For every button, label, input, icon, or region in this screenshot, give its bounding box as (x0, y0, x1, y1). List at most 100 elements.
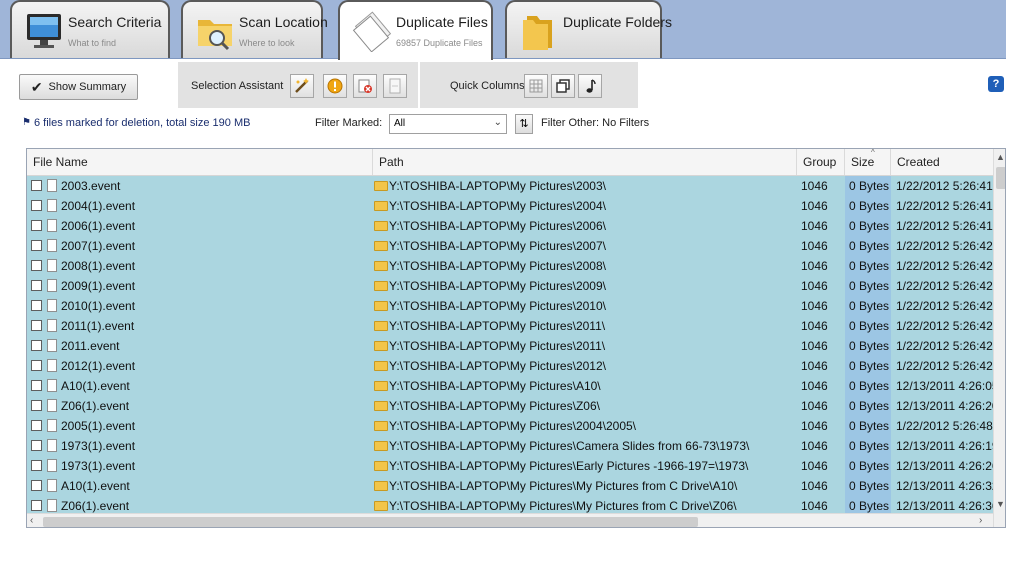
table-row[interactable]: 2011.event Y:\TOSHIBA-LAPTOP\My Pictures\… (27, 336, 994, 356)
file-icon (47, 459, 57, 472)
quick-columns-label: Quick Columns (450, 80, 525, 92)
table-row[interactable]: 2010(1).event Y:\TOSHIBA-LAPTOP\My Pictur… (27, 296, 994, 316)
table-row[interactable]: 2006(1).event Y:\TOSHIBA-LAPTOP\My Pictur… (27, 216, 994, 236)
delete-marked-button[interactable] (353, 74, 377, 98)
warning-button[interactable] (323, 74, 347, 98)
folder-icon (374, 261, 388, 271)
row-checkbox[interactable] (31, 380, 42, 391)
warning-icon (327, 78, 343, 94)
scroll-right-icon[interactable]: › (979, 515, 982, 526)
cell-size: 0 Bytes (845, 436, 891, 456)
column-header-file-name[interactable]: File Name (27, 149, 373, 175)
table-row[interactable]: 2004(1).event Y:\TOSHIBA-LAPTOP\My Pictur… (27, 196, 994, 216)
file-icon (47, 399, 57, 412)
tab-duplicate-files[interactable]: Duplicate Files 69857 Duplicate Files (338, 0, 493, 60)
cell-file-name: 2012(1).event (61, 359, 136, 373)
folder-icon (374, 421, 388, 431)
cell-created: 1/22/2012 5:26:42 (896, 239, 993, 253)
scroll-down-icon[interactable]: ▼ (996, 499, 1005, 509)
table-row[interactable]: Z06(1).event Y:\TOSHIBA-LAPTOP\My Picture… (27, 396, 994, 416)
row-checkbox[interactable] (31, 480, 42, 491)
column-header-group[interactable]: Group (797, 149, 845, 175)
cell-created: 1/22/2012 5:26:41 (896, 179, 993, 193)
horizontal-scroll-thumb[interactable] (43, 517, 698, 527)
cell-created: 12/13/2011 4:26:26 (896, 459, 993, 473)
cell-size: 0 Bytes (845, 296, 891, 316)
row-checkbox[interactable] (31, 500, 42, 511)
grid-columns-button[interactable] (524, 74, 548, 98)
cell-size: 0 Bytes (845, 376, 891, 396)
cell-path: Y:\TOSHIBA-LAPTOP\My Pictures\2007\ (389, 239, 606, 253)
cell-group: 1046 (801, 479, 828, 493)
column-header-created[interactable]: Created (891, 149, 993, 175)
row-checkbox[interactable] (31, 360, 42, 371)
tab-scan-location[interactable]: Scan Location Where to look (181, 0, 328, 58)
windows-columns-button[interactable] (551, 74, 575, 98)
horizontal-scrollbar[interactable]: ‹ › (27, 513, 993, 527)
cell-group: 1046 (801, 419, 828, 433)
magic-wand-button[interactable] (290, 74, 314, 98)
table-row[interactable]: A10(1).event Y:\TOSHIBA-LAPTOP\My Picture… (27, 476, 994, 496)
table-row[interactable]: 2003.event Y:\TOSHIBA-LAPTOP\My Pictures\… (27, 176, 994, 196)
cell-file-name: 2007(1).event (61, 239, 136, 253)
tab-subtitle: 69857 Duplicate Files (396, 38, 483, 48)
cell-created: 1/22/2012 5:26:42 (896, 359, 993, 373)
cell-path: Y:\TOSHIBA-LAPTOP\My Pictures\2008\ (389, 259, 606, 273)
music-note-icon (586, 79, 596, 93)
tab-duplicate-folders[interactable]: Duplicate Folders (505, 0, 672, 58)
cell-path: Y:\TOSHIBA-LAPTOP\My Pictures\My Picture… (389, 479, 738, 493)
cell-group: 1046 (801, 279, 828, 293)
scroll-left-icon[interactable]: ‹ (30, 515, 33, 526)
filter-marked-select[interactable]: All ⌄ (389, 114, 507, 134)
row-checkbox[interactable] (31, 460, 42, 471)
row-checkbox[interactable] (31, 320, 42, 331)
cell-created: 12/13/2011 4:26:05 (896, 379, 993, 393)
row-checkbox[interactable] (31, 280, 42, 291)
sort-ascending-icon: ^ (871, 148, 875, 157)
cell-created: 1/22/2012 5:26:41 (896, 219, 993, 233)
row-checkbox[interactable] (31, 420, 42, 431)
row-checkbox[interactable] (31, 440, 42, 451)
filter-marked-label: Filter Marked: (315, 117, 383, 129)
row-checkbox[interactable] (31, 340, 42, 351)
vertical-scroll-thumb[interactable] (996, 167, 1005, 189)
file-icon (47, 319, 57, 332)
file-icon (47, 179, 57, 192)
table-row[interactable]: 2005(1).event Y:\TOSHIBA-LAPTOP\My Pictur… (27, 416, 994, 436)
cell-created: 1/22/2012 5:26:41 (896, 199, 993, 213)
music-columns-button[interactable] (578, 74, 602, 98)
cell-file-name: 2003.event (61, 179, 121, 193)
row-checkbox[interactable] (31, 400, 42, 411)
filter-other-button[interactable]: ⇅ (515, 114, 533, 134)
filter-bar: ⚑ 6 files marked for deletion, total siz… (0, 112, 1006, 138)
table-row[interactable]: 2012(1).event Y:\TOSHIBA-LAPTOP\My Pictur… (27, 356, 994, 376)
column-header-path[interactable]: Path (373, 149, 797, 175)
table-row[interactable]: 2011(1).event Y:\TOSHIBA-LAPTOP\My Pictur… (27, 316, 994, 336)
cell-group: 1046 (801, 399, 828, 413)
table-row[interactable]: 1973(1).event Y:\TOSHIBA-LAPTOP\My Pictur… (27, 436, 994, 456)
table-row[interactable]: 2007(1).event Y:\TOSHIBA-LAPTOP\My Pictur… (27, 236, 994, 256)
table-header: File Name Path Group Size ^ Created (27, 149, 1005, 176)
table-row[interactable]: A10(1).event Y:\TOSHIBA-LAPTOP\My Picture… (27, 376, 994, 396)
file-icon (47, 379, 57, 392)
table-row[interactable]: 2009(1).event Y:\TOSHIBA-LAPTOP\My Pictur… (27, 276, 994, 296)
row-checkbox[interactable] (31, 240, 42, 251)
blank-page-button[interactable] (383, 74, 407, 98)
scroll-up-icon[interactable]: ▲ (996, 152, 1005, 162)
row-checkbox[interactable] (31, 220, 42, 231)
column-header-size[interactable]: Size ^ (845, 149, 891, 175)
vertical-scrollbar[interactable]: ▲ ▼ (993, 149, 1005, 527)
row-checkbox[interactable] (31, 180, 42, 191)
table-row[interactable]: 2008(1).event Y:\TOSHIBA-LAPTOP\My Pictur… (27, 256, 994, 276)
row-checkbox[interactable] (31, 300, 42, 311)
cell-path: Y:\TOSHIBA-LAPTOP\My Pictures\Z06\ (389, 399, 600, 413)
cell-file-name: 2006(1).event (61, 219, 136, 233)
tab-search-criteria[interactable]: Search Criteria What to find (10, 0, 170, 58)
row-checkbox[interactable] (31, 200, 42, 211)
row-checkbox[interactable] (31, 260, 42, 271)
file-icon (47, 439, 57, 452)
help-icon[interactable]: ? (988, 76, 1004, 92)
file-icon (47, 339, 57, 352)
show-summary-button[interactable]: ✔ Show Summary (19, 74, 138, 100)
table-row[interactable]: 1973(1).event Y:\TOSHIBA-LAPTOP\My Pictur… (27, 456, 994, 476)
